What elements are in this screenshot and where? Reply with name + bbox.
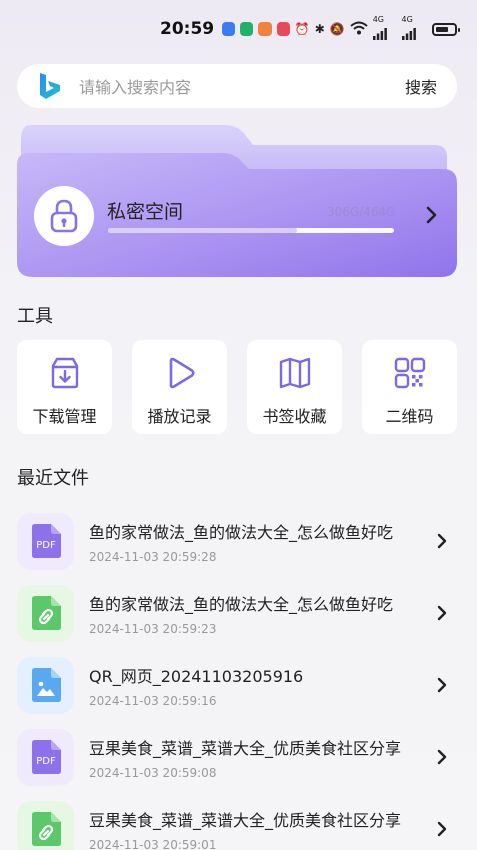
file-row[interactable]: PDF 豆果美食_菜谱_菜谱大全_优质美食社区分享 2024-11-03 20:… (17, 721, 460, 793)
chevron-right-icon[interactable] (436, 676, 448, 694)
recent-files-title: 最近文件 (17, 468, 89, 489)
status-time: 20:59 (160, 19, 215, 39)
file-time: 2024-11-03 20:59:28 (89, 549, 217, 564)
storage-usage: 306G/464G (327, 205, 396, 219)
signal-icon-2: 4G (401, 16, 426, 42)
alarm-icon: ⏰ (294, 22, 310, 36)
pdf-file-icon: PDF (17, 728, 74, 786)
link-file-icon (17, 800, 74, 850)
svg-text:PDF: PDF (36, 540, 56, 551)
file-name: 鱼的家常做法_鱼的做法大全_怎么做鱼好吃 (89, 594, 394, 614)
tool-play-history[interactable]: 播放记录 (132, 340, 227, 434)
storage-progress-fill (108, 228, 297, 233)
mute-icon: 🔕 (329, 22, 345, 36)
image-file-icon (17, 656, 74, 714)
chevron-right-icon[interactable] (436, 532, 448, 550)
file-row[interactable]: 鱼的家常做法_鱼的做法大全_怎么做鱼好吃 2024-11-03 20:59:23 (17, 577, 460, 649)
signal-icon-1: 4G (372, 16, 397, 42)
link-file-icon (17, 584, 74, 642)
bing-logo-icon (40, 73, 60, 99)
file-name: QR_网页_20241103205916 (89, 666, 304, 686)
battery-icon (432, 22, 460, 36)
tool-label: 下载管理 (32, 407, 97, 426)
tool-download-manager[interactable]: 下载管理 (17, 340, 112, 434)
pdf-file-icon: PDF (17, 512, 74, 570)
file-name: 鱼的家常做法_鱼的做法大全_怎么做鱼好吃 (89, 522, 394, 542)
search-input[interactable]: 请输入搜索内容 (79, 74, 405, 98)
lock-icon (50, 199, 78, 233)
search-button[interactable]: 搜索 (405, 74, 437, 98)
storage-progress-bar (108, 228, 394, 233)
private-space-title: 私密空间 (107, 201, 184, 223)
file-name: 豆果美食_菜谱_菜谱大全_优质美食社区分享 (89, 810, 402, 830)
tool-label: 播放记录 (147, 407, 212, 426)
svg-text:PDF: PDF (36, 756, 56, 767)
tool-bookmarks[interactable]: 书签收藏 (247, 340, 342, 434)
mail-notification-icon (276, 22, 290, 36)
tools-grid: 下载管理 播放记录 书签收藏 二维码 (17, 340, 457, 434)
tool-qr-code[interactable]: 二维码 (362, 340, 457, 434)
store-notification-icon (258, 22, 272, 36)
download-box-icon (51, 357, 78, 389)
book-map-icon (279, 357, 310, 389)
chat-notification-icon (240, 22, 254, 36)
status-bar: 20:59 ⏰ ✱ 🔕 4G 4G (160, 14, 460, 44)
qr-code-icon (394, 357, 425, 389)
chevron-right-icon[interactable] (436, 748, 448, 766)
tool-label: 二维码 (385, 407, 434, 426)
file-name: 豆果美食_菜谱_菜谱大全_优质美食社区分享 (89, 738, 402, 758)
lock-badge (34, 186, 94, 246)
private-space-card[interactable]: 私密空间 306G/464G (17, 125, 457, 280)
file-time: 2024-11-03 20:59:01 (89, 837, 217, 850)
app-notification-icon (222, 22, 236, 36)
file-time: 2024-11-03 20:59:16 (89, 693, 217, 708)
file-time: 2024-11-03 20:59:23 (89, 621, 217, 636)
file-row[interactable]: PDF 鱼的家常做法_鱼的做法大全_怎么做鱼好吃 2024-11-03 20:5… (17, 505, 460, 577)
chevron-right-icon[interactable] (436, 604, 448, 622)
file-row[interactable]: QR_网页_20241103205916 2024-11-03 20:59:16 (17, 649, 460, 721)
file-row[interactable]: 豆果美食_菜谱_菜谱大全_优质美食社区分享 2024-11-03 20:59:0… (17, 793, 460, 850)
chevron-right-icon[interactable] (425, 205, 439, 225)
search-bar[interactable]: 请输入搜索内容 搜索 (17, 64, 457, 108)
wifi-icon (350, 21, 368, 37)
play-icon (169, 357, 195, 389)
chevron-right-icon[interactable] (436, 820, 448, 838)
file-time: 2024-11-03 20:59:08 (89, 765, 217, 780)
bluetooth-icon: ✱ (314, 22, 325, 36)
recent-files-list: PDF 鱼的家常做法_鱼的做法大全_怎么做鱼好吃 2024-11-03 20:5… (17, 505, 460, 850)
tool-label: 书签收藏 (262, 407, 327, 426)
tools-section-title: 工具 (17, 306, 53, 327)
